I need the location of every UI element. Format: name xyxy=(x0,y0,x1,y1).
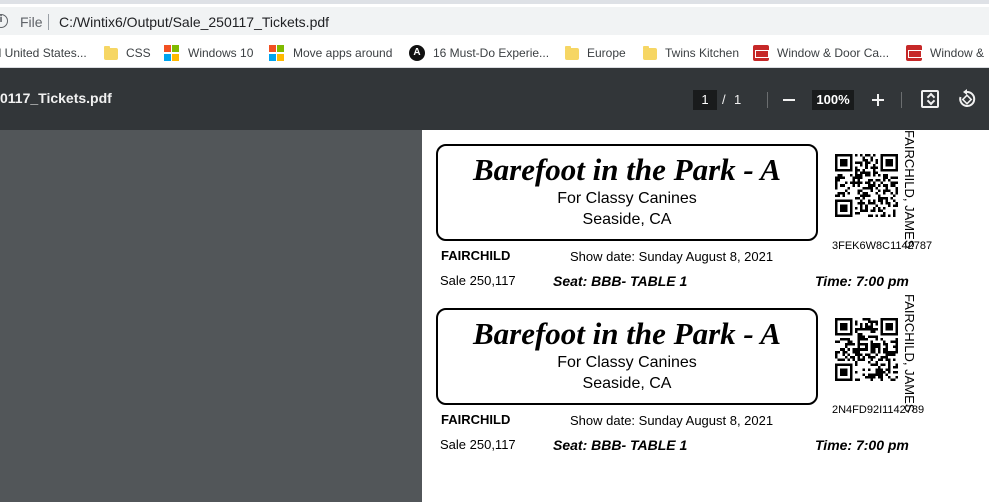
bookmark-move-apps[interactable]: Move apps around xyxy=(269,38,392,68)
page-number-input[interactable]: 1 xyxy=(693,90,717,110)
bookmark-label: Window & xyxy=(930,46,985,60)
folder-icon xyxy=(643,46,657,60)
page-total: 1 xyxy=(734,92,742,107)
scheme-label: File xyxy=(20,14,43,30)
sale-number: Sale 250,117 xyxy=(440,437,516,452)
address-bar: i File C:/Wintix6/Output/Sale_250117_Tic… xyxy=(0,4,989,38)
fit-to-page-icon[interactable] xyxy=(921,90,939,108)
bookmark-label: Europe xyxy=(587,46,626,60)
address-separator xyxy=(48,14,49,30)
toolbar-divider xyxy=(901,92,902,108)
rotate-icon[interactable] xyxy=(957,89,977,109)
bookmark-window-door-1[interactable]: Window & Door Ca... xyxy=(753,38,889,68)
bookmark-twins-kitchen[interactable]: Twins Kitchen xyxy=(643,38,739,68)
bookmark-united-states[interactable]: ll United States... xyxy=(0,38,87,68)
qr-code-icon xyxy=(835,318,898,381)
buyer-name: FAIRCHILD xyxy=(441,248,511,263)
pdf-title: 0117_Tickets.pdf xyxy=(0,90,112,106)
bookmark-window-door-2[interactable]: Window & xyxy=(906,38,984,68)
city: Seaside, CA xyxy=(582,375,672,392)
red-door-logo-icon xyxy=(753,45,769,61)
url-text[interactable]: C:/Wintix6/Output/Sale_250117_Tickets.pd… xyxy=(59,14,329,30)
buyer-name: FAIRCHILD xyxy=(441,412,511,427)
pdf-page: Barefoot in the Park - A For Classy Cani… xyxy=(422,130,989,502)
toolbar-divider xyxy=(767,92,768,108)
folder-icon xyxy=(565,46,579,60)
red-door-logo-icon xyxy=(906,45,922,61)
show-title: Barefoot in the Park - A xyxy=(472,316,781,351)
bookmark-label: 16 Must-Do Experie... xyxy=(433,46,550,60)
ticket: Barefoot in the Park - A For Classy Cani… xyxy=(422,294,989,458)
bookmark-label: Windows 10 xyxy=(188,46,254,60)
vertical-name: FAIRCHILD, JAMES xyxy=(902,294,922,412)
seat-info: Seat: BBB- TABLE 1 xyxy=(553,437,688,453)
a-logo-icon: A xyxy=(409,45,425,61)
show-time: Time: 7:00 pm xyxy=(815,437,909,453)
show-date: Show date: Sunday August 8, 2021 xyxy=(570,249,774,264)
city: Seaside, CA xyxy=(582,211,672,228)
zoom-out-button[interactable] xyxy=(781,88,797,110)
page-separator: / xyxy=(722,92,726,107)
pdf-viewer[interactable]: Barefoot in the Park - A For Classy Cani… xyxy=(0,130,989,502)
bookmarks-bar: ll United States... CSS Windows 10 Move … xyxy=(0,38,989,68)
ticket-title-box: Barefoot in the Park - A For Classy Cani… xyxy=(436,144,818,241)
bookmark-windows-10[interactable]: Windows 10 xyxy=(164,38,253,68)
zoom-in-button[interactable] xyxy=(870,88,886,110)
show-date: Show date: Sunday August 8, 2021 xyxy=(570,413,774,428)
organization: For Classy Canines xyxy=(557,190,697,207)
vertical-name: FAIRCHILD, JAMES xyxy=(902,130,922,248)
bookmark-css[interactable]: CSS xyxy=(104,38,151,68)
seat-info: Seat: BBB- TABLE 1 xyxy=(553,273,688,289)
organization: For Classy Canines xyxy=(557,354,697,371)
ticket-title-box: Barefoot in the Park - A For Classy Cani… xyxy=(436,308,818,405)
pdf-toolbar: 0117_Tickets.pdf 1 / 1 100% xyxy=(0,68,989,130)
show-title: Barefoot in the Park - A xyxy=(472,152,781,187)
bookmark-label: CSS xyxy=(126,46,151,60)
bookmark-label: Move apps around xyxy=(293,46,393,60)
vertical-name-text: FAIRCHILD, JAMES xyxy=(902,294,917,413)
bookmark-europe[interactable]: Europe xyxy=(565,38,626,68)
bookmark-16-must-do[interactable]: A 16 Must-Do Experie... xyxy=(409,38,549,68)
bookmark-label: Twins Kitchen xyxy=(665,46,740,60)
show-time: Time: 7:00 pm xyxy=(815,273,909,289)
ticket: Barefoot in the Park - A For Classy Cani… xyxy=(422,130,989,294)
sale-number: Sale 250,117 xyxy=(440,273,516,288)
windows-logo-icon xyxy=(164,45,180,61)
folder-icon xyxy=(104,46,118,60)
windows-logo-icon xyxy=(269,45,285,61)
vertical-name-text: FAIRCHILD, JAMES xyxy=(902,130,917,249)
bookmark-label: ll United States... xyxy=(0,46,87,60)
bookmark-label: Window & Door Ca... xyxy=(777,46,890,60)
zoom-level-input[interactable]: 100% xyxy=(812,90,854,110)
qr-code-icon xyxy=(835,154,898,217)
